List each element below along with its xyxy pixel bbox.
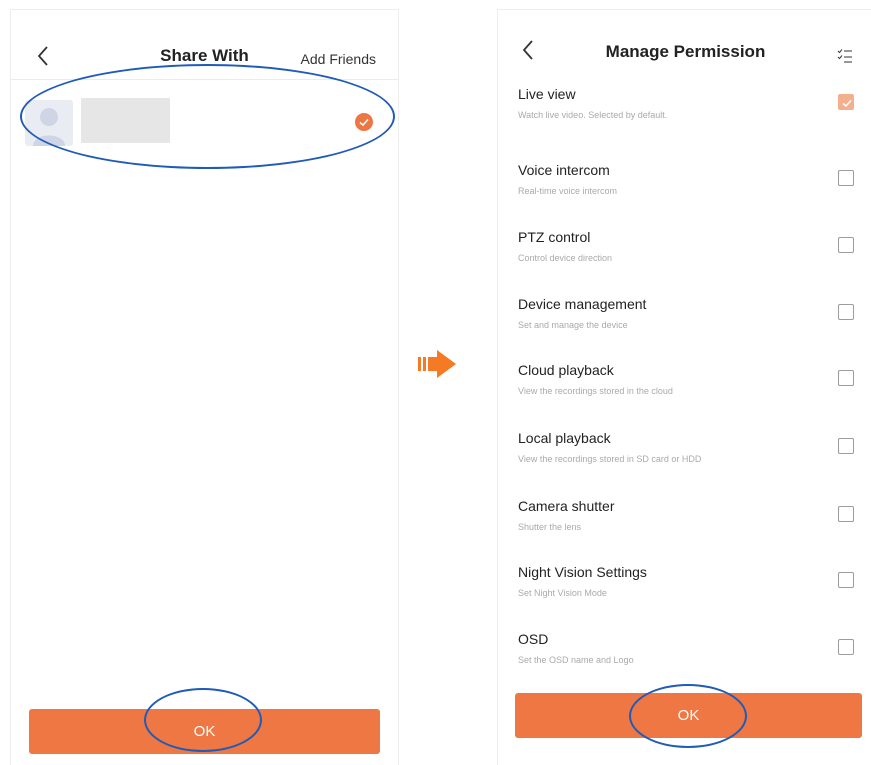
permission-checkbox[interactable] [838,170,854,186]
permission-checkbox[interactable] [838,572,854,588]
friend-name-placeholder [81,98,170,143]
share-with-screen: Share With Add Friends OK [11,10,398,765]
permission-row-cloud-playback[interactable]: Cloud playback View the recordings store… [498,356,871,422]
permission-checkbox[interactable] [838,94,854,110]
permission-description: Control device direction [518,253,613,263]
share-header: Share With Add Friends [11,10,398,67]
permission-name: Device management [518,296,647,312]
permission-description: Set and manage the device [518,320,628,330]
permission-row-device-management[interactable]: Device management Set and manage the dev… [498,290,871,356]
permission-row-voice-intercom[interactable]: Voice intercom Real-time voice intercom [498,156,871,222]
permission-row-live-view[interactable]: Live view Watch live video. Selected by … [498,80,871,146]
permission-description: Real-time voice intercom [518,186,618,196]
permission-description: Watch live video. Selected by default. [518,110,668,120]
permission-checkbox[interactable] [838,506,854,522]
permission-row-camera-shutter[interactable]: Camera shutter Shutter the lens [498,492,871,558]
permission-header: Manage Permission [498,10,871,63]
ok-button[interactable]: OK [29,709,380,754]
permission-name: PTZ control [518,229,591,245]
permission-description: View the recordings stored in SD card or… [518,454,702,464]
friend-list-item[interactable] [11,90,398,150]
divider [11,79,398,80]
permission-checkbox[interactable] [838,639,854,655]
page-title: Manage Permission [605,42,766,61]
permission-name: Live view [518,86,576,102]
permission-name: Local playback [518,430,611,446]
permission-name: Cloud playback [518,362,614,378]
permission-checkbox[interactable] [838,304,854,320]
permission-name: OSD [518,631,549,647]
selected-check-icon[interactable] [355,113,373,131]
permission-name: Camera shutter [518,498,615,514]
avatar [25,100,73,146]
permission-checkbox[interactable] [838,370,854,386]
permission-description: Set the OSD name and Logo [518,655,634,665]
permission-row-night-vision-settings[interactable]: Night Vision Settings Set Night Vision M… [498,558,871,624]
permission-row-osd[interactable]: OSD Set the OSD name and Logo [498,625,871,691]
ok-button[interactable]: OK [515,693,862,738]
permission-row-local-playback[interactable]: Local playback View the recordings store… [498,424,871,490]
permission-description: Shutter the lens [518,522,582,532]
add-friends-button[interactable]: Add Friends [301,51,376,67]
permission-description: Set Night Vision Mode [518,588,607,598]
manage-permission-screen: Manage Permission Live view Watch live v… [498,10,871,765]
permission-name: Voice intercom [518,162,610,178]
permission-description: View the recordings stored in the cloud [518,386,673,396]
permission-checkbox[interactable] [838,237,854,253]
right-arrow-icon [418,350,456,378]
permission-name: Night Vision Settings [518,564,647,580]
permission-row-ptz-control[interactable]: PTZ control Control device direction [498,223,871,289]
user-avatar-icon [33,108,65,146]
select-all-list-icon[interactable] [837,48,853,64]
permission-checkbox[interactable] [838,438,854,454]
